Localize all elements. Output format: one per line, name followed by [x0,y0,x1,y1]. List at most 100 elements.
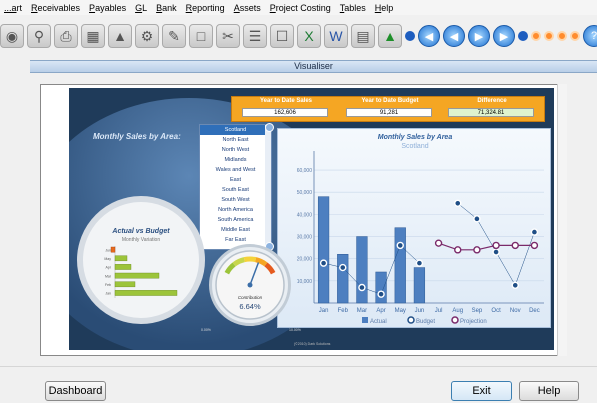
menu-item-receivables[interactable]: Receivables [31,3,80,13]
nav-previous-icon[interactable]: ◀ [443,25,465,47]
contribution-gauge: Contribution 6.64% [209,244,291,326]
chart-panel: Monthly Sales by Area Scotland 10,000 20,00… [277,128,551,328]
menu-item-payables[interactable]: Payables [89,3,126,13]
exit-button[interactable]: Exit [451,381,512,401]
print-icon[interactable]: ⎙ [54,24,78,48]
x-tick-label: Sep [472,308,483,314]
x-tick-label: May [395,308,406,314]
calculator-icon[interactable]: ▦ [81,24,105,48]
budget-point [473,215,481,223]
area-list[interactable]: Scotland North East North West Midlands Wale… [199,123,274,251]
area-list-item[interactable]: South East [200,185,271,195]
toolbar: ◉ ⚲ ⎙ ▦ ▲ ⚙ ✎ □ ✂ ☰ ☐ X W ▤ ▲ ◀ ◀ ▶ ▶ ? [0,17,597,55]
menu-item-help[interactable]: Help [375,3,394,13]
binoculars-icon[interactable]: ◉ [0,24,24,48]
excel-icon[interactable]: X [297,24,321,48]
actual-bar [413,267,426,304]
budget-point [530,228,539,236]
gauge-max-label: 10.00% [289,328,301,332]
mini-category-label: Apr [106,266,112,270]
x-tick-label: Nov [510,308,521,314]
window-icon[interactable]: □ [189,24,213,48]
orange-dot-icon[interactable] [557,31,567,41]
monthly-sales-chart: Monthly Sales by Area Scotland 10,000 20,00… [297,134,544,325]
area-list-item[interactable]: North West [200,145,271,155]
menu-item-start[interactable]: ...art [4,3,22,13]
area-list-item[interactable]: North America [200,205,271,215]
help-button[interactable]: Help [519,381,579,401]
legend-label: Projection [460,319,487,325]
y-tick-label: 10,000 [297,279,313,285]
mini-bar [110,246,116,253]
menu-item-gl[interactable]: GL [135,3,147,13]
area-list-item[interactable]: Scotland [200,125,271,135]
area-list-item[interactable]: Far East [200,235,271,245]
area-list-scrollbar[interactable] [265,125,271,249]
projection-line [438,242,535,251]
budget-point [511,281,519,289]
gauge-dial: Contribution 6.64% [215,250,285,320]
area-list-item[interactable]: Wales and West [200,165,271,175]
legend-label: Actual [370,319,387,325]
ytd-sales-value: 162,606 [242,108,328,117]
window-title: Visualiser [30,60,597,73]
y-tick-label: 60,000 [297,168,313,174]
ytd-budget-value: 91,281 [346,108,432,117]
orange-dot-icon[interactable] [570,31,580,41]
nav-first-icon[interactable]: ◀ [418,25,440,47]
y-tick-label: 40,000 [297,212,313,218]
menu-item-reporting[interactable]: Reporting [186,3,225,13]
actual-vs-budget-bubble: Actual vs Budget Monthly Variation Jun Ma… [77,196,205,324]
menu-item-project-costing[interactable]: Project Costing [270,3,331,13]
nav-next-icon[interactable]: ▶ [468,25,490,47]
orange-dot-icon[interactable] [531,31,541,41]
mini-category-label: Feb [105,283,111,287]
x-tick-label: Dec [529,308,540,314]
gauge-band [243,256,257,263]
area-list-item[interactable]: North East [200,135,271,145]
area-list-item[interactable]: South America [200,215,271,225]
difference-label: Difference [477,98,507,104]
budget-point [492,248,500,256]
area-list-item[interactable]: South West [200,195,271,205]
menu-item-tables[interactable]: Tables [340,3,366,13]
actual-bar [375,271,387,304]
x-tick-label: Feb [338,308,349,314]
cut-icon[interactable]: ✂ [216,24,240,48]
mini-category-label: May [104,257,111,261]
budget-point [358,283,366,292]
word-icon[interactable]: W [324,24,348,48]
paperclip-icon[interactable]: ✎ [162,24,186,48]
paste-icon[interactable]: ☐ [270,24,294,48]
area-list-item[interactable]: East [200,175,271,185]
vertical-scrollbar[interactable] [557,84,567,356]
orange-dot-icon[interactable] [544,31,554,41]
menu-item-bank[interactable]: Bank [156,3,177,13]
mini-category-label: Jun [105,248,111,252]
document-icon[interactable]: ▤ [351,24,375,48]
stamp-icon[interactable]: ▲ [108,24,132,48]
gear-icon[interactable]: ⚙ [135,24,159,48]
ytd-budget-label: Year to Date Budget [361,98,419,104]
help-icon[interactable]: ? [583,25,597,47]
record-dot-icon [518,31,528,41]
mini-bar [114,290,178,296]
menu-item-assets[interactable]: Assets [234,3,261,13]
search-icon[interactable]: ⚲ [27,24,51,48]
copy-icon[interactable]: ☰ [243,24,267,48]
actual-bar [394,227,406,304]
nav-last-icon[interactable]: ▶ [493,25,515,47]
legend-swatch [451,316,459,324]
actual-bar [337,254,349,304]
area-list-item[interactable]: Middle East [200,225,271,235]
ytd-summary-box: Year to Date Sales 162,606 Year to Date … [231,96,545,122]
actual-vs-budget-chart: Jun May Apr Mar Feb Jan [104,246,178,298]
scroll-up-icon[interactable] [265,123,274,132]
divider [0,366,597,367]
dashboard-button[interactable]: Dashboard [45,381,106,401]
budget-point [396,241,404,250]
upload-icon[interactable]: ▲ [378,24,402,48]
area-list-item[interactable]: Midlands [200,155,271,165]
mini-bar [114,281,136,288]
monthly-sales-by-area-label: Monthly Sales by Area: [93,132,181,141]
